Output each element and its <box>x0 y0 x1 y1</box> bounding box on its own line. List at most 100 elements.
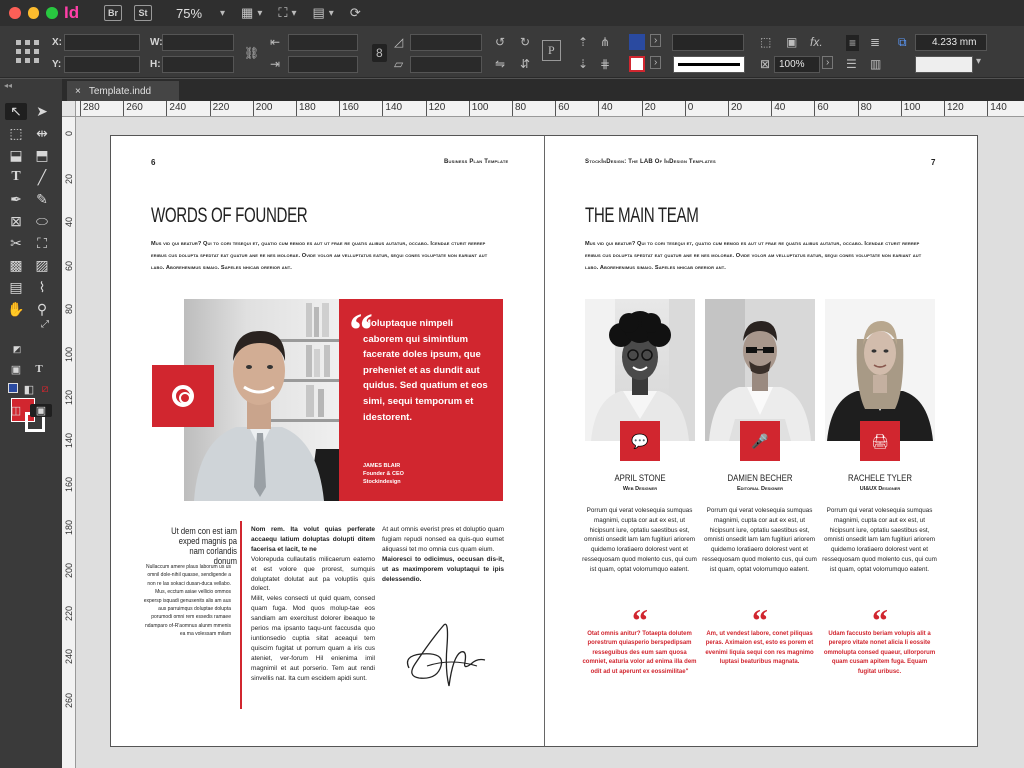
gap-tool-icon[interactable]: ⇹ <box>31 125 53 142</box>
flip-vertical-icon[interactable]: ⇵ <box>520 57 530 71</box>
opacity-dropdown-icon[interactable]: › <box>822 56 834 69</box>
stroke-preview[interactable] <box>673 56 745 73</box>
collapse-panel-icon[interactable]: ◂◂ <box>0 79 62 92</box>
content-collector-icon[interactable]: ⬓ <box>5 147 27 164</box>
selection-tool-icon[interactable]: ↖ <box>5 103 27 120</box>
select-container-icon[interactable]: ⇡ <box>578 35 588 49</box>
view-options-icon[interactable]: ▦ <box>241 5 253 21</box>
gradient-swatch-tool-icon[interactable]: ▩ <box>5 257 27 274</box>
gpu-performance-icon[interactable]: ⟳ <box>350 5 361 21</box>
scale-y-icon[interactable]: ⇥ <box>270 57 280 71</box>
x-field[interactable] <box>64 34 140 51</box>
scale-x-icon[interactable]: ⇤ <box>270 35 280 49</box>
scale-y-field[interactable] <box>288 56 358 73</box>
reference-p-icon[interactable]: P <box>542 40 561 61</box>
screen-mode-dropdown-icon[interactable]: ▾ <box>291 8 296 19</box>
member-photo[interactable] <box>825 299 935 441</box>
preview-mode-icon[interactable]: ▣ <box>30 404 52 417</box>
zoom-tool-icon[interactable]: ⚲ <box>31 301 53 318</box>
arrange-documents-dropdown-icon[interactable]: ▾ <box>329 8 334 19</box>
shear-angle-icon[interactable]: ▱ <box>394 57 403 71</box>
screen-mode-icon[interactable]: ⛶ <box>278 5 287 21</box>
direct-selection-tool-icon[interactable]: ➤ <box>31 103 53 120</box>
drop-shadow-icon[interactable]: ▣ <box>786 35 797 49</box>
rotation-field[interactable] <box>410 34 482 51</box>
member-photo[interactable] <box>585 299 695 441</box>
align-center-icon[interactable]: ≣ <box>870 35 880 49</box>
select-content-icon[interactable]: ⇣ <box>578 57 588 71</box>
constrain-scale-icon[interactable]: 8 <box>372 44 387 62</box>
pen-tool-icon[interactable]: ✒ <box>5 191 27 208</box>
stock-button[interactable]: St <box>134 5 152 21</box>
stroke-align-icon[interactable]: ⧉ <box>898 35 907 50</box>
shear-field[interactable] <box>410 56 482 73</box>
vertical-ruler[interactable]: 0 20 40 60 80 100 120 140 160 180 200 220 240 260 <box>62 117 76 768</box>
zoom-level[interactable]: 75% <box>176 6 216 21</box>
rotate-cw-icon[interactable]: ↻ <box>520 35 530 49</box>
select-next-icon[interactable]: ⋕ <box>600 57 610 71</box>
formatting-text-icon[interactable]: T <box>28 363 50 375</box>
swap-fill-stroke-icon[interactable]: ⤢ <box>34 319 56 330</box>
stroke-dropdown-icon[interactable]: › <box>650 56 662 69</box>
ruler-tick <box>857 101 859 116</box>
note-tool-icon[interactable]: ▤ <box>5 279 27 296</box>
right-page[interactable]: StockInDesign: The LAB Of InDesign Templ… <box>544 135 978 747</box>
scale-x-field[interactable] <box>288 34 358 51</box>
y-field[interactable] <box>64 56 140 73</box>
fill-swatch[interactable] <box>629 34 645 50</box>
reference-point-icon[interactable] <box>16 40 40 64</box>
ruler-label: 220 <box>212 102 230 113</box>
flip-horizontal-icon[interactable]: ⇋ <box>495 57 505 71</box>
fill-dropdown-icon[interactable]: › <box>650 34 662 47</box>
apply-none-icon[interactable]: ⧄ <box>34 383 56 396</box>
document-tab[interactable]: × Template.indd <box>67 81 179 101</box>
maximize-window-button[interactable] <box>46 7 59 19</box>
page-tool-icon[interactable]: ⬚ <box>5 125 27 142</box>
scissors-tool-icon[interactable]: ✂ <box>5 235 27 252</box>
pencil-tool-icon[interactable]: ✎ <box>31 191 53 208</box>
ruler-origin[interactable] <box>62 101 76 117</box>
normal-view-icon[interactable]: ◫ <box>5 404 27 417</box>
opacity-icon[interactable]: ⊠ <box>760 57 770 71</box>
rotation-angle-icon[interactable]: ◿ <box>394 35 403 49</box>
content-placer-icon[interactable]: ⬒ <box>31 147 53 164</box>
stroke-weight-value[interactable]: 4.233 mm <box>915 34 987 51</box>
close-window-button[interactable] <box>9 7 21 19</box>
arrange-documents-icon[interactable]: ▤ <box>313 5 325 21</box>
opacity-field[interactable]: 100% <box>774 56 820 73</box>
rectangle-frame-tool-icon[interactable]: ⊠ <box>5 213 27 230</box>
horizontal-ruler[interactable]: 280 260 240 220 200 180 160 140 120 100 80 60 40 20 0 2… <box>76 101 1024 117</box>
free-transform-tool-icon[interactable]: ⛶ <box>31 235 53 252</box>
zoom-dropdown-icon[interactable]: ▾ <box>220 8 225 19</box>
line-tool-icon[interactable]: ╱ <box>31 169 53 186</box>
member-photo[interactable] <box>705 299 815 441</box>
hand-tool-icon[interactable]: ✋ <box>5 301 27 318</box>
formatting-container-icon[interactable]: ▣ <box>5 363 27 376</box>
default-fill-stroke-icon[interactable]: ◩ <box>6 344 28 355</box>
stroke-weight-field[interactable] <box>672 34 744 51</box>
view-options-dropdown-icon[interactable]: ▾ <box>257 8 262 19</box>
bridge-button[interactable]: Br <box>104 5 122 21</box>
pasteboard[interactable]: 6 Business Plan Template WORDS OF FOUNDE… <box>76 117 1024 768</box>
rotate-ccw-icon[interactable]: ↺ <box>495 35 505 49</box>
text-wrap-icon[interactable]: ⬚ <box>760 35 771 49</box>
minimize-window-button[interactable] <box>27 7 40 19</box>
eyedropper-tool-icon[interactable]: ⌇ <box>31 279 53 296</box>
align-right-icon[interactable]: ▥ <box>870 57 881 71</box>
effects-icon[interactable]: fx. <box>810 35 823 49</box>
height-field[interactable] <box>162 56 234 73</box>
constrain-proportions-icon[interactable]: ⛓ <box>244 46 259 60</box>
stroke-swatch[interactable] <box>629 56 645 72</box>
type-tool-icon[interactable]: T <box>5 169 27 185</box>
select-previous-icon[interactable]: ⋔ <box>600 35 610 49</box>
stroke-type-field[interactable] <box>915 56 973 73</box>
align-justify-icon[interactable]: ☰ <box>846 57 857 71</box>
left-page[interactable]: 6 Business Plan Template WORDS OF FOUNDE… <box>110 135 544 747</box>
stroke-type-dropdown-icon[interactable]: ▾ <box>976 56 981 67</box>
width-field[interactable] <box>162 34 234 51</box>
w-label: W: <box>150 37 163 48</box>
gradient-feather-tool-icon[interactable]: ▨ <box>31 257 53 274</box>
align-left-icon[interactable]: ≡ <box>846 35 860 51</box>
ellipse-tool-icon[interactable]: ⬭ <box>31 213 53 230</box>
close-tab-icon[interactable]: × <box>75 86 81 97</box>
